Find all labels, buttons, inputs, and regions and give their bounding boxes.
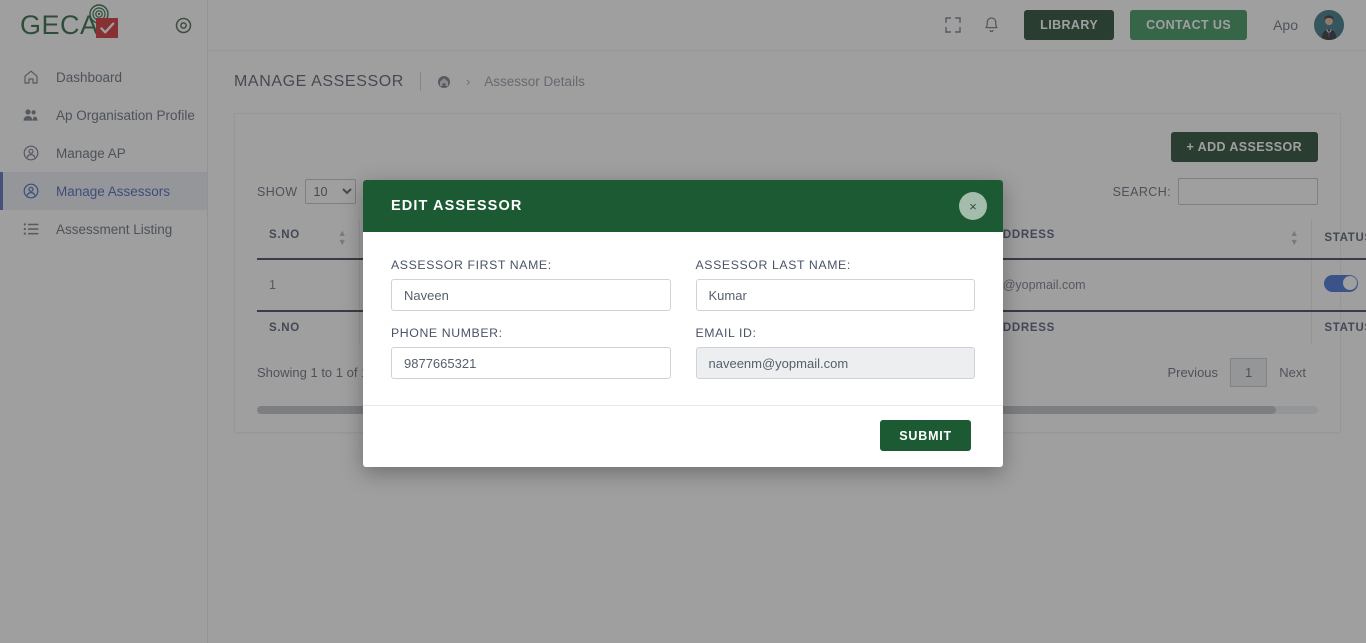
phone-group: PHONE NUMBER: [391,326,671,379]
app-root: GECA [0,0,1366,643]
last-name-label: ASSESSOR LAST NAME: [695,258,851,272]
modal-footer: SUBMIT [363,405,1003,467]
email-field [695,347,975,379]
edit-assessor-form: ASSESSOR FIRST NAME: ASSESSOR LAST NAME:… [391,258,975,379]
modal-title: EDIT ASSESSOR [391,198,523,214]
first-name-label: ASSESSOR FIRST NAME: [391,258,552,272]
edit-assessor-modal: EDIT ASSESSOR × ASSESSOR FIRST NAME: ASS… [363,180,1003,467]
modal-header: EDIT ASSESSOR × [363,180,1003,232]
submit-button[interactable]: SUBMIT [880,420,971,451]
last-name-field[interactable] [695,279,975,311]
first-name-field[interactable] [391,279,671,311]
email-group: EMAIL ID: [695,326,975,379]
modal-body: ASSESSOR FIRST NAME: ASSESSOR LAST NAME:… [363,232,1003,405]
phone-field[interactable] [391,347,671,379]
first-name-group: ASSESSOR FIRST NAME: [391,258,671,311]
email-label: EMAIL ID: [695,326,757,340]
phone-label: PHONE NUMBER: [391,326,503,340]
close-icon[interactable]: × [959,192,987,220]
last-name-group: ASSESSOR LAST NAME: [695,258,975,311]
